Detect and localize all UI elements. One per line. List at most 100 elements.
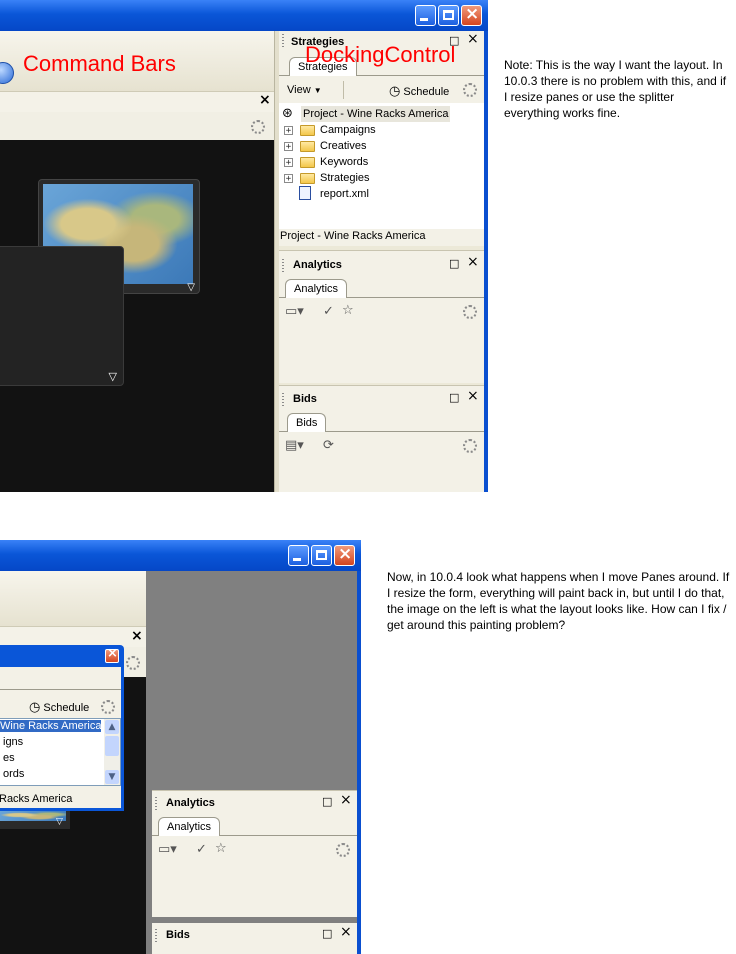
star-icon[interactable]: ☆ bbox=[342, 303, 354, 319]
doc-settings-icon[interactable] bbox=[251, 120, 265, 134]
close-window-button[interactable]: × bbox=[334, 544, 355, 566]
docking-control-label: DockingControl bbox=[305, 42, 456, 67]
maximize-icon[interactable]: □ bbox=[322, 927, 332, 941]
maximize-button[interactable] bbox=[311, 545, 332, 566]
settings-icon[interactable] bbox=[463, 83, 477, 97]
scroll-up-button[interactable]: ▲ bbox=[105, 720, 119, 734]
clock-icon: ◷ bbox=[29, 700, 41, 715]
expand-icon[interactable]: + bbox=[284, 158, 293, 168]
tree-item-label: Keywords bbox=[320, 156, 369, 168]
maximize-icon[interactable]: □ bbox=[322, 795, 332, 809]
view-label: View bbox=[287, 84, 311, 96]
minimize-button[interactable] bbox=[415, 5, 436, 26]
maximize-icon[interactable]: □ bbox=[449, 391, 459, 405]
dark-card: ▽ bbox=[0, 246, 124, 386]
scroll-down-button[interactable]: ▼ bbox=[105, 770, 119, 784]
close-icon[interactable]: × bbox=[340, 925, 352, 939]
maximize-button[interactable] bbox=[438, 5, 459, 26]
floating-close-button[interactable]: × bbox=[105, 646, 119, 663]
doc-toolbar bbox=[0, 112, 274, 140]
refresh-icon[interactable]: ⟳ bbox=[323, 438, 334, 454]
folder-icon bbox=[300, 141, 315, 152]
schedule-button[interactable]: ◷ Schedule bbox=[29, 700, 89, 715]
top-note: Note: This is the way I want the layout.… bbox=[504, 58, 727, 120]
analytics-pane: Analytics □ × Analytics ▭▾ ✓ ☆ bbox=[279, 250, 484, 383]
tab-analytics[interactable]: Analytics bbox=[158, 817, 221, 836]
pane-gripper[interactable] bbox=[282, 34, 284, 47]
close-icon[interactable]: × bbox=[467, 389, 479, 403]
folder-icon bbox=[300, 125, 315, 136]
card-expand-icon[interactable]: ▽ bbox=[56, 817, 63, 827]
check-icon[interactable]: ✓ bbox=[323, 304, 334, 320]
expand-icon[interactable]: + bbox=[284, 126, 293, 136]
pane-title: Analytics bbox=[166, 797, 215, 809]
tree-row[interactable]: es bbox=[3, 752, 15, 764]
tree-row[interactable]: ords bbox=[3, 768, 24, 780]
floating-tree[interactable]: Wine Racks America igns es ords ▲ ▼ bbox=[0, 718, 121, 786]
command-bar-area bbox=[0, 571, 146, 626]
floating-pane-window: × ◷ Schedule Wine Racks America igns es … bbox=[0, 645, 124, 811]
close-icon: × bbox=[107, 646, 118, 661]
doc-close-icon[interactable]: × bbox=[131, 628, 143, 644]
xml-file-icon bbox=[299, 186, 311, 200]
scrollbar[interactable]: ▲ ▼ bbox=[104, 719, 120, 785]
settings-icon[interactable] bbox=[463, 305, 477, 319]
close-window-button[interactable]: × bbox=[461, 4, 482, 26]
dropdown-arrow-icon: ▼ bbox=[313, 86, 322, 95]
schedule-button[interactable]: ◷ Schedule bbox=[389, 84, 449, 99]
project-tree[interactable]: ⊛ Project - Wine Racks America + Campaig… bbox=[279, 103, 484, 229]
schedule-label: Schedule bbox=[403, 86, 450, 98]
window-right-border bbox=[357, 571, 361, 954]
tab-bids[interactable]: Bids bbox=[287, 413, 327, 432]
project-icon: ⊛ bbox=[282, 106, 293, 121]
pane-title: Bids bbox=[166, 929, 190, 941]
star-icon[interactable]: ☆ bbox=[215, 841, 227, 857]
tree-item-label: Project - Wine Racks America bbox=[301, 106, 451, 122]
floating-tab-strip bbox=[0, 667, 121, 690]
card-expand-icon[interactable]: ▽ bbox=[109, 370, 117, 383]
tree-row[interactable]: igns bbox=[3, 736, 23, 748]
tab-analytics[interactable]: Analytics bbox=[285, 279, 348, 298]
scroll-thumb[interactable] bbox=[105, 736, 119, 756]
settings-icon[interactable] bbox=[463, 439, 477, 453]
tree-item-label: Creatives bbox=[320, 140, 367, 152]
view-menu[interactable]: View ▼ bbox=[287, 84, 322, 96]
new-document-icon[interactable]: ▭▾ bbox=[285, 304, 304, 320]
tree-row-selected[interactable]: Wine Racks America bbox=[0, 720, 101, 732]
pane-title: Bids bbox=[293, 393, 317, 405]
new-document-icon[interactable]: ▭▾ bbox=[158, 842, 177, 858]
tree-item-label: Strategies bbox=[320, 172, 370, 184]
close-icon[interactable]: × bbox=[340, 793, 352, 807]
doc-settings-icon[interactable] bbox=[126, 656, 140, 670]
pane-gripper[interactable] bbox=[155, 797, 157, 810]
top-window: × Command Bars × ▽ ▽ Strategies □ × Stra… bbox=[0, 0, 488, 492]
clock-icon: ◷ bbox=[389, 84, 401, 99]
close-icon[interactable]: × bbox=[467, 32, 479, 46]
doc-close-icon[interactable]: × bbox=[259, 92, 271, 108]
card-expand-icon[interactable]: ▽ bbox=[187, 282, 195, 293]
tree-item-label: report.xml bbox=[320, 188, 369, 200]
check-icon[interactable]: ✓ bbox=[196, 842, 207, 858]
floating-status: Racks America bbox=[0, 793, 73, 805]
pane-gripper[interactable] bbox=[282, 259, 284, 272]
command-bars-label: Command Bars bbox=[23, 51, 176, 76]
folder-icon bbox=[300, 157, 315, 168]
expand-icon[interactable]: + bbox=[284, 174, 293, 184]
toolbar-divider bbox=[343, 81, 344, 99]
tree-item-label: Campaigns bbox=[320, 124, 376, 136]
bottom-window: × × × ◷ Schedule Wine Racks America igns… bbox=[0, 540, 361, 954]
settings-icon[interactable] bbox=[101, 700, 115, 714]
close-icon[interactable]: × bbox=[467, 255, 479, 269]
pane-title: Analytics bbox=[293, 259, 342, 271]
strategies-status: Project - Wine Racks America bbox=[280, 230, 426, 242]
expand-icon[interactable]: + bbox=[284, 142, 293, 152]
pane-gripper[interactable] bbox=[282, 393, 284, 406]
bid-icon[interactable]: ▤▾ bbox=[285, 438, 304, 454]
close-icon: × bbox=[338, 544, 353, 564]
maximize-icon[interactable]: □ bbox=[449, 257, 459, 271]
settings-icon[interactable] bbox=[336, 843, 350, 857]
minimize-button[interactable] bbox=[288, 545, 309, 566]
pane-gripper[interactable] bbox=[155, 929, 157, 942]
close-icon: × bbox=[465, 4, 480, 24]
floating-body: ◷ Schedule Wine Racks America igns es or… bbox=[0, 667, 121, 808]
